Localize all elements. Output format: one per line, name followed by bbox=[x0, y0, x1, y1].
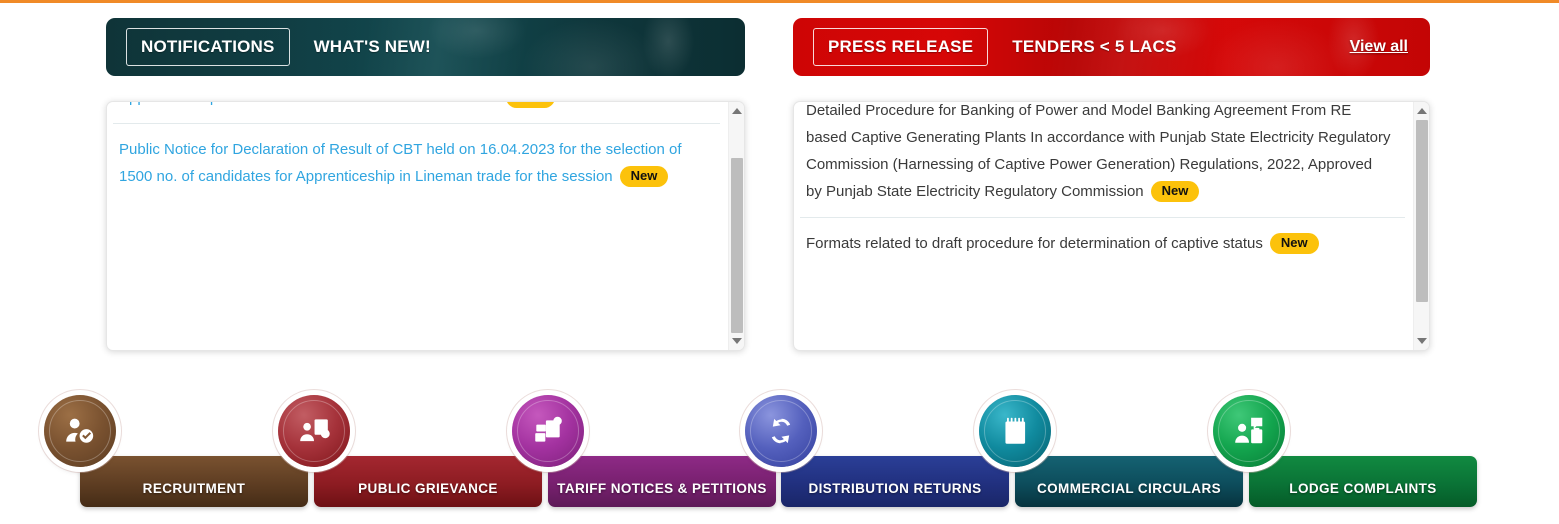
press-release-scrollbar[interactable] bbox=[1413, 102, 1429, 350]
scroll-up-arrow-icon[interactable] bbox=[1414, 103, 1429, 119]
quick-link-label: COMMERCIAL CIRCULARS bbox=[1037, 481, 1221, 496]
status-badge: New bbox=[1269, 233, 1319, 254]
list-item[interactable]: Detailed Procedure for Banking of Power … bbox=[800, 102, 1405, 218]
user-check-icon[interactable] bbox=[44, 395, 116, 467]
notifications-scroll-viewport: Result of CBT held on 16.04.2023 for the… bbox=[107, 102, 728, 350]
press-release-tab-list: PRESS RELEASE TENDERS < 5 LACS bbox=[793, 18, 1191, 76]
press-release-card: Procedure for Verification of Captive St… bbox=[793, 101, 1430, 351]
status-badge: New bbox=[506, 102, 555, 108]
notification-link[interactable]: Result of CBT held on 16.04.2023 for the… bbox=[119, 102, 649, 106]
top-accent-rule bbox=[0, 0, 1559, 3]
press-release-banner: PRESS RELEASE TENDERS < 5 LACS View all bbox=[793, 18, 1430, 76]
view-all-link[interactable]: View all bbox=[1350, 38, 1408, 56]
press-release-text: Formats related to draft procedure for d… bbox=[806, 235, 1263, 252]
quick-link-bar[interactable]: LODGE COMPLAINTS bbox=[1249, 456, 1477, 507]
scrollbar-thumb[interactable] bbox=[1416, 120, 1428, 302]
quick-link-label: RECRUITMENT bbox=[142, 481, 246, 496]
notifications-list: Result of CBT held on 16.04.2023 for the… bbox=[107, 102, 728, 202]
quick-links-row: RECRUITMENT PUBLIC GRIEVANCE TARIFF NOTI… bbox=[0, 388, 1559, 524]
quick-link-bar[interactable]: PUBLIC GRIEVANCE bbox=[314, 456, 542, 507]
press-release-text: Detailed Procedure for Banking of Power … bbox=[806, 102, 1391, 200]
scrollbar-thumb[interactable] bbox=[731, 158, 743, 333]
quick-link-bar[interactable]: COMMERCIAL CIRCULARS bbox=[1015, 456, 1243, 507]
quick-link-bar[interactable]: DISTRIBUTION RETURNS bbox=[781, 456, 1009, 507]
quick-link-bar[interactable]: RECRUITMENT bbox=[80, 456, 308, 507]
complaint-user-icon[interactable] bbox=[1213, 395, 1285, 467]
notifications-banner: NOTIFICATIONS WHAT'S NEW! bbox=[106, 18, 745, 76]
press-release-list: Procedure for Verification of Captive St… bbox=[794, 102, 1413, 269]
tariff-docs-icon[interactable] bbox=[512, 395, 584, 467]
scroll-down-arrow-icon[interactable] bbox=[1414, 333, 1429, 349]
refresh-cycle-icon[interactable] bbox=[745, 395, 817, 467]
tab-whats-new[interactable]: WHAT'S NEW! bbox=[300, 28, 445, 66]
notifications-tab-list: NOTIFICATIONS WHAT'S NEW! bbox=[106, 18, 445, 76]
status-badge: New bbox=[1150, 181, 1200, 202]
page-root: NOTIFICATIONS WHAT'S NEW! PRESS RELEASE … bbox=[0, 0, 1559, 524]
quick-link-label: PUBLIC GRIEVANCE bbox=[358, 481, 498, 496]
list-item[interactable]: Result of CBT held on 16.04.2023 for the… bbox=[113, 102, 720, 124]
notepad-icon[interactable] bbox=[979, 395, 1051, 467]
list-item[interactable]: Public Notice for Declaration of Result … bbox=[113, 124, 720, 202]
notifications-card: Result of CBT held on 16.04.2023 for the… bbox=[106, 101, 745, 351]
press-release-scroll-viewport: Procedure for Verification of Captive St… bbox=[794, 102, 1413, 350]
quick-link-label: LODGE COMPLAINTS bbox=[1289, 481, 1437, 496]
tab-press-release[interactable]: PRESS RELEASE bbox=[813, 28, 989, 66]
status-badge: New bbox=[619, 166, 669, 187]
quick-link-label: DISTRIBUTION RETURNS bbox=[808, 481, 982, 496]
list-item[interactable]: Formats related to draft procedure for d… bbox=[800, 218, 1405, 269]
notifications-scrollbar[interactable] bbox=[728, 102, 744, 350]
tab-notifications[interactable]: NOTIFICATIONS bbox=[126, 28, 290, 66]
quick-link-label: TARIFF NOTICES & PETITIONS bbox=[557, 481, 767, 496]
grievance-form-icon[interactable] bbox=[278, 395, 350, 467]
tab-tenders-under-5-lacs[interactable]: TENDERS < 5 LACS bbox=[998, 28, 1190, 66]
notification-link[interactable]: Public Notice for Declaration of Result … bbox=[119, 141, 682, 185]
scroll-up-arrow-icon[interactable] bbox=[729, 103, 744, 119]
scroll-down-arrow-icon[interactable] bbox=[729, 333, 744, 349]
quick-link-bar[interactable]: TARIFF NOTICES & PETITIONS bbox=[548, 456, 776, 507]
